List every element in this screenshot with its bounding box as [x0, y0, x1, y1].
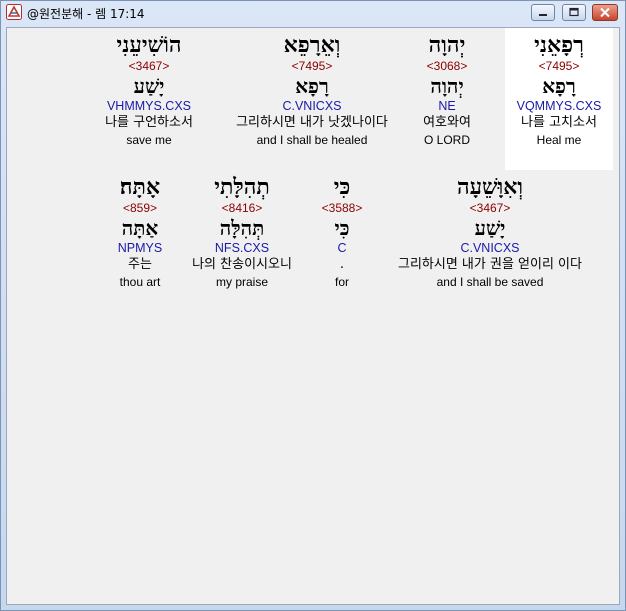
- korean-gloss: 나를 구언하소서: [105, 115, 193, 130]
- hebrew-word: וְאִוָּשֵׁעָה: [456, 174, 524, 200]
- hebrew-word: הוֹשִׁיעֵנִי: [116, 32, 182, 58]
- title-bar[interactable]: @원전분해 - 렘 17:14: [1, 1, 625, 25]
- lemma-word: אַתָּה: [121, 216, 159, 240]
- lemma-word: יָשַׁע: [474, 216, 506, 240]
- word-column[interactable]: יְהוָה <3068> יְהוָה NE 여호와여 O LORD: [402, 32, 492, 148]
- korean-gloss: 주는: [128, 257, 152, 272]
- maximize-icon: [569, 7, 579, 17]
- grammar-code: VHMMYS.CXS: [106, 99, 192, 113]
- grammar-code: NFS.CXS: [214, 241, 270, 255]
- word-column[interactable]: הוֹשִׁיעֵנִי <3467> יָשַׁע VHMMYS.CXS 나를…: [85, 32, 213, 148]
- close-icon: [600, 7, 610, 18]
- strongs-number[interactable]: <7495>: [210, 58, 414, 74]
- hebrew-word: רְפָאֵנִי: [534, 32, 584, 58]
- strongs-number[interactable]: <3467>: [373, 200, 607, 216]
- grammar-code: NE: [438, 99, 456, 113]
- strongs-number[interactable]: <3068>: [402, 58, 492, 74]
- lemma-word: רָפָא: [295, 74, 329, 98]
- korean-gloss: 나의 찬송이시오니: [192, 257, 292, 272]
- word-column[interactable]: וְאֵרָפֵא <7495> רָפָא C.VNICXS 그리하시면 내가…: [210, 32, 414, 148]
- lemma-word: יָשַׁע: [133, 74, 165, 98]
- english-gloss: my praise: [215, 275, 268, 289]
- window-title: @원전분해 - 렘 17:14: [27, 7, 145, 21]
- grammar-code: VQMMYS.CXS: [516, 99, 602, 113]
- lemma-word: כִּי: [334, 216, 350, 240]
- hebrew-word: וְאֵרָפֵא: [283, 32, 341, 58]
- grammar-code: C.VNICXS: [282, 99, 342, 113]
- app-logo-icon: [6, 4, 22, 20]
- word-column[interactable]: תְהִלָּתִי <8416> תְּהִלָּה NFS.CXS 나의 찬…: [177, 174, 307, 290]
- english-gloss: and I shall be healed: [256, 133, 368, 147]
- hebrew-word: אָתָּה׃: [119, 174, 161, 200]
- korean-gloss: 여호와여: [423, 115, 471, 130]
- close-button[interactable]: [592, 4, 618, 21]
- english-gloss: Heal me: [536, 133, 582, 147]
- hebrew-word: יְהוָה: [428, 32, 466, 58]
- english-gloss: and I shall be saved: [436, 275, 544, 289]
- word-column[interactable]: וְאִוָּשֵׁעָה <3467> יָשַׁע C.VNICXS 그리하…: [373, 174, 607, 290]
- lemma-word: תְּהִלָּה: [219, 216, 265, 240]
- korean-gloss: 그리하시면 내가 낫겠나이다: [236, 115, 388, 130]
- word-column-selected[interactable]: רְפָאֵנִי <7495> רָפָא VQMMYS.CXS 나를 고치소…: [505, 32, 613, 148]
- grammar-code: C: [337, 241, 347, 255]
- korean-gloss: 나를 고치소서: [521, 115, 597, 130]
- strongs-number[interactable]: <7495>: [505, 58, 613, 74]
- minimize-button[interactable]: [531, 4, 555, 21]
- strongs-number[interactable]: <859>: [105, 200, 175, 216]
- strongs-number[interactable]: <8416>: [177, 200, 307, 216]
- english-gloss: thou art: [119, 275, 161, 289]
- grammar-code: C.VNICXS: [460, 241, 520, 255]
- english-gloss: O LORD: [423, 133, 470, 147]
- korean-gloss: 그리하시면 내가 권을 얻이리 이다: [398, 257, 582, 272]
- english-gloss: save me: [126, 133, 172, 147]
- analysis-pane: רְפָאֵנִי <7495> רָפָא VQMMYS.CXS 나를 고치소…: [6, 27, 620, 605]
- minimize-icon: [539, 14, 547, 16]
- grammar-code: NPMYS: [117, 241, 163, 255]
- hebrew-word: כִּי: [333, 174, 351, 200]
- korean-gloss: .: [339, 257, 345, 272]
- word-column[interactable]: כִּי <3588> כִּי C . for: [307, 174, 377, 290]
- app-window: @원전분해 - 렘 17:14 רְפָאֵנִי <7495> רָפָא V…: [0, 0, 626, 611]
- hebrew-word: תְהִלָּתִי: [214, 174, 270, 200]
- word-column[interactable]: אָתָּה׃ <859> אַתָּה NPMYS 주는 thou art: [105, 174, 175, 290]
- strongs-number[interactable]: <3467>: [85, 58, 213, 74]
- lemma-word: רָפָא: [542, 74, 576, 98]
- maximize-button[interactable]: [562, 4, 586, 21]
- strongs-number[interactable]: <3588>: [307, 200, 377, 216]
- english-gloss: for: [334, 275, 349, 289]
- lemma-word: יְהוָה: [430, 74, 464, 98]
